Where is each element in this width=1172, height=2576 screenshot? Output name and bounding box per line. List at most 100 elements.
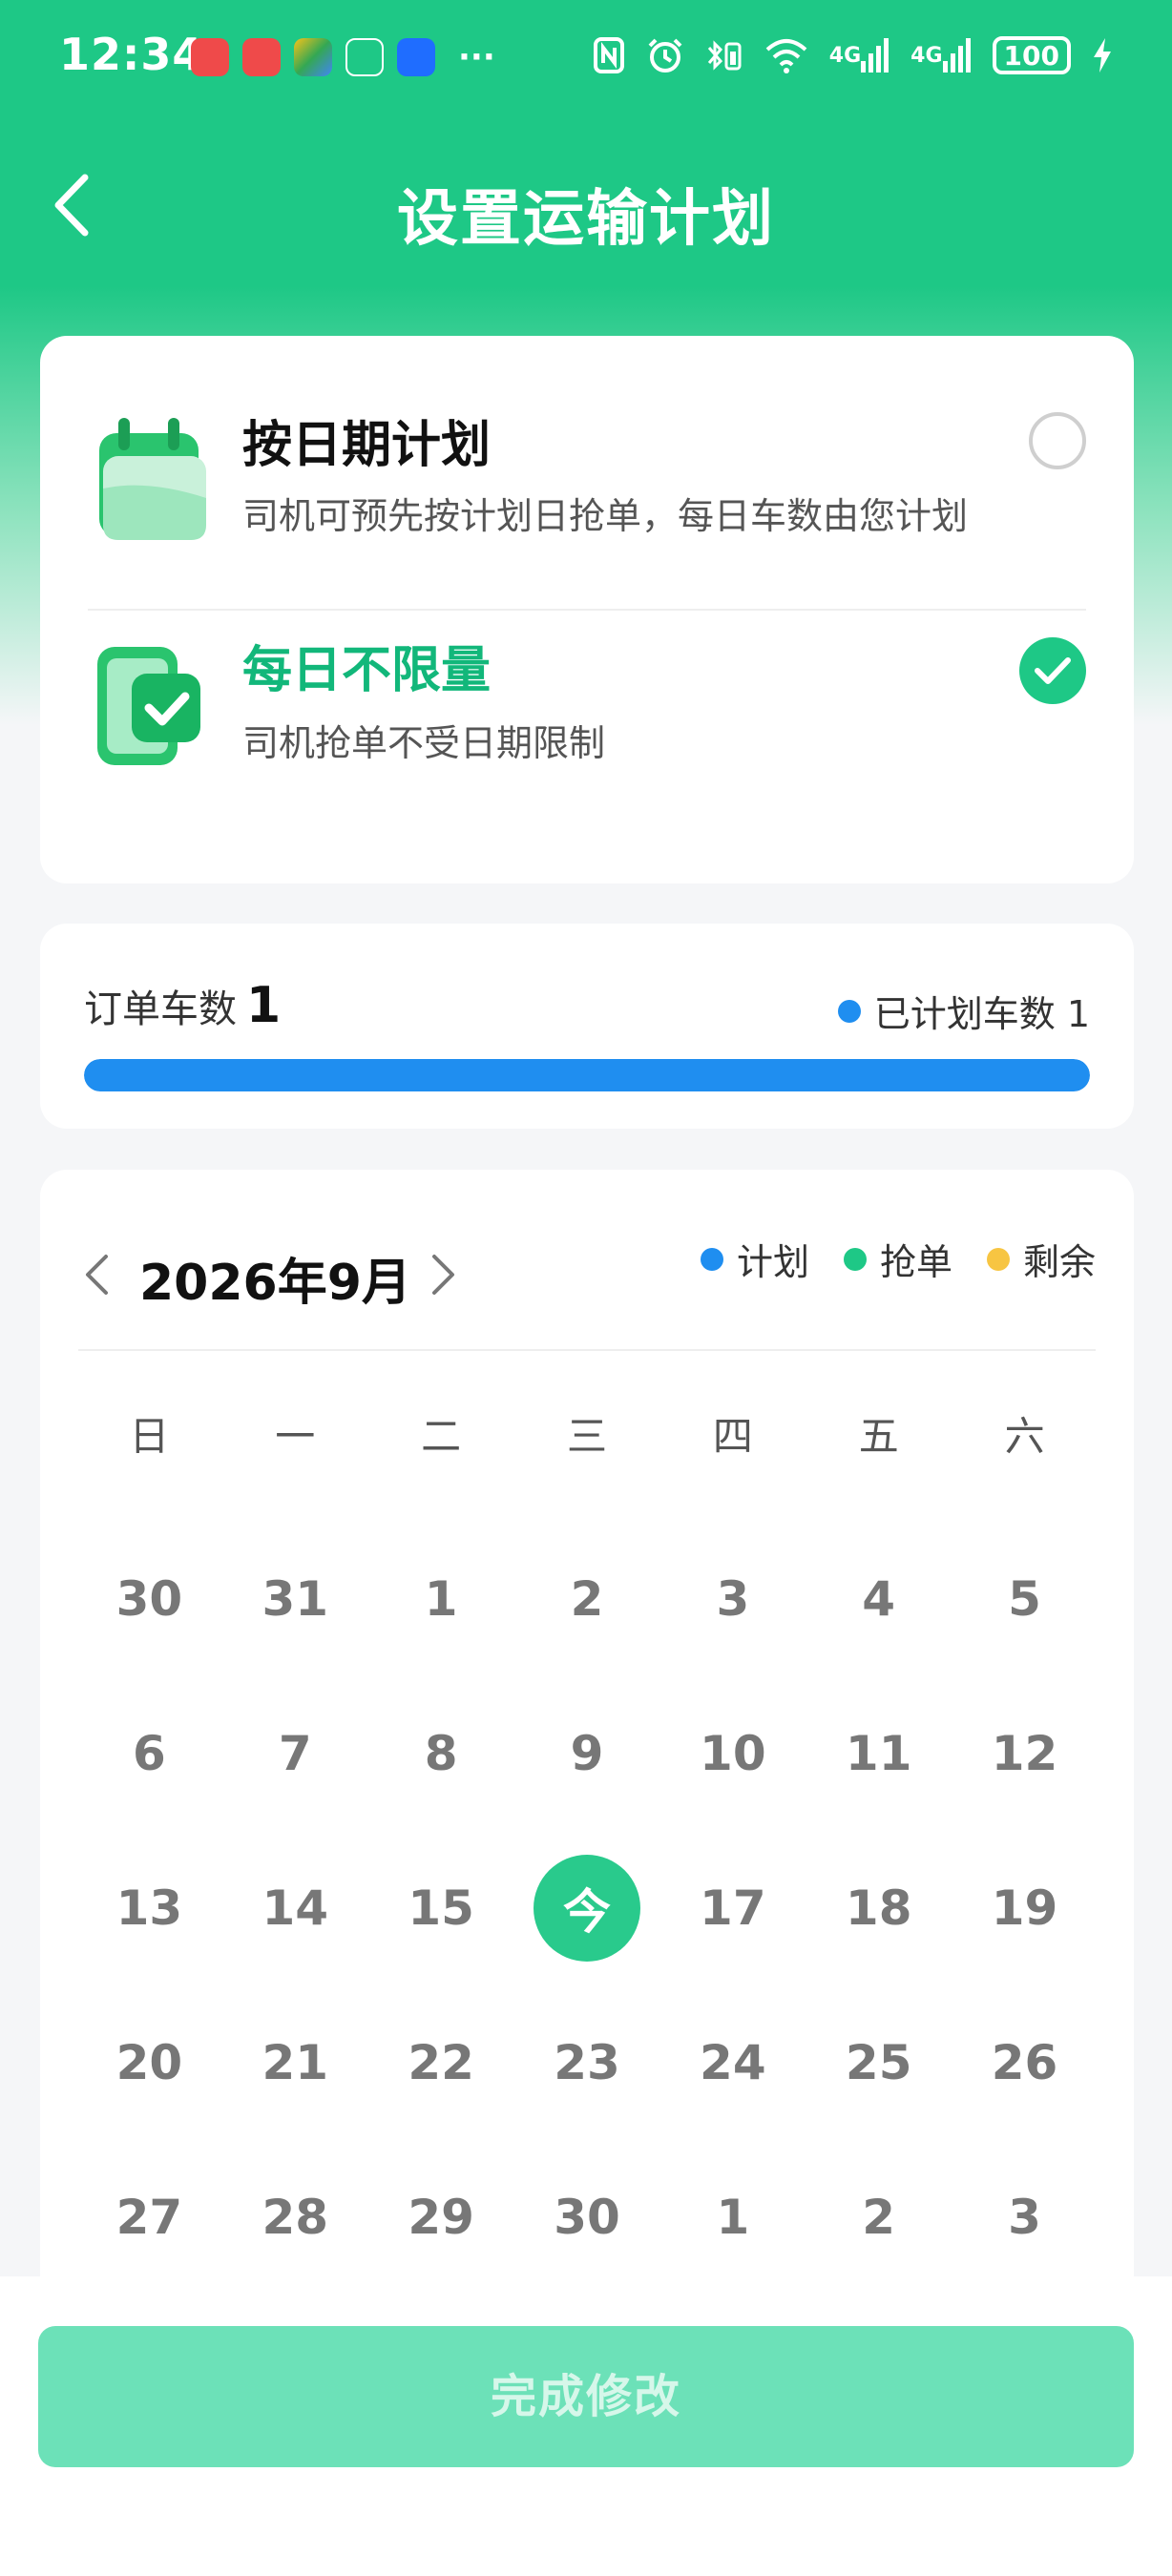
calendar-day[interactable]: 12 xyxy=(952,1700,1098,1855)
calendar-day[interactable]: 5 xyxy=(952,1546,1098,1700)
calendar-day[interactable]: 26 xyxy=(952,2009,1098,2164)
calendar-day[interactable]: 20 xyxy=(76,2009,222,2164)
calendar-day-label: 28 xyxy=(262,2190,329,2245)
order-count-value: 1 xyxy=(246,977,282,1034)
calendar-day-label: 12 xyxy=(991,1726,1058,1781)
calendar-day[interactable]: 22 xyxy=(368,2009,514,2164)
calendar-day[interactable]: 15 xyxy=(368,1855,514,2009)
check-icon xyxy=(1035,657,1071,684)
calendar-icon xyxy=(90,412,214,546)
option-description: 司机可预先按计划日抢单，每日车数由您计划 xyxy=(242,495,969,537)
calendar-day-label: 27 xyxy=(115,2190,183,2245)
calendar-day[interactable]: 18 xyxy=(806,1855,952,2009)
huawei-app-icon xyxy=(191,38,229,76)
calendar-day[interactable]: 24 xyxy=(659,2009,806,2164)
bluetooth-battery-icon xyxy=(705,34,743,76)
calendar-day-label: 4 xyxy=(862,1571,896,1627)
wifi-icon xyxy=(764,34,808,76)
plan-option-unlimited[interactable]: 每日不限量 司机抢单不受日期限制 xyxy=(40,611,1134,878)
page-title: 设置运输计划 xyxy=(397,184,775,255)
alarm-icon xyxy=(646,34,684,76)
calendar-day[interactable]: 9 xyxy=(514,1700,660,1855)
plan-progress-bar xyxy=(84,1059,1090,1091)
order-count-label: 订单车数 1 xyxy=(84,977,282,1034)
option-description: 司机抢单不受日期限制 xyxy=(242,722,606,764)
calendar-day[interactable]: 14 xyxy=(222,1855,368,2009)
calendar-day-label: 30 xyxy=(115,1571,183,1627)
legend-remaining: 剩余 xyxy=(986,1233,1096,1285)
calendar-day-label: 31 xyxy=(262,1571,329,1627)
calendar-legend: 计划 抢单 剩余 xyxy=(700,1233,1096,1285)
calendar-day-label: 2 xyxy=(862,2190,896,2245)
calendar-day-today[interactable]: 今 xyxy=(514,1855,660,2009)
charging-icon xyxy=(1092,34,1113,76)
calendar-day[interactable]: 8 xyxy=(368,1700,514,1855)
calendar-day-label: 10 xyxy=(700,1726,766,1781)
calendar-day-label: 30 xyxy=(554,2190,620,2245)
calendar-day[interactable]: 21 xyxy=(222,2009,368,2164)
legend-grab: 抢单 xyxy=(843,1233,952,1285)
calendar-day-label: 3 xyxy=(1008,2190,1041,2245)
battery-indicator: 100 xyxy=(992,36,1071,74)
radio-unchecked[interactable] xyxy=(1029,412,1086,469)
calendar-day[interactable]: 10 xyxy=(659,1700,806,1855)
plan-dot-icon xyxy=(700,1247,723,1271)
calendar-day[interactable]: 19 xyxy=(952,1855,1098,2009)
prev-month-button[interactable] xyxy=(73,1246,120,1303)
calendar-day-label: 5 xyxy=(1008,1571,1041,1627)
plan-option-by-date[interactable]: 按日期计划 司机可预先按计划日抢单，每日车数由您计划 xyxy=(40,336,1134,611)
calendar-day[interactable]: 3 xyxy=(659,1546,806,1700)
weekday-label: 日 xyxy=(129,1413,170,1460)
planned-count: 已计划车数 1 xyxy=(837,985,1090,1037)
signal-icon: 4G xyxy=(829,34,889,76)
calendar-day-label: 13 xyxy=(115,1880,183,1936)
plan-type-card: 按日期计划 司机可预先按计划日抢单，每日车数由您计划 每日不限量 司机抢单不受日… xyxy=(40,336,1134,883)
calendar-day-label: 19 xyxy=(991,1880,1058,1936)
calendar-day[interactable]: 31 xyxy=(222,1546,368,1700)
message-app-icon xyxy=(397,38,435,76)
calendar-day[interactable]: 23 xyxy=(514,2009,660,2164)
chevron-left-icon xyxy=(86,1255,108,1295)
radio-checked[interactable] xyxy=(1019,637,1086,704)
calendar-day[interactable]: 11 xyxy=(806,1700,952,1855)
calendar-day-label: 20 xyxy=(115,2035,183,2090)
calendar-day[interactable]: 2 xyxy=(514,1546,660,1700)
calendar-day-label: 25 xyxy=(845,2035,912,2090)
calendar-day-label: 21 xyxy=(262,2035,329,2090)
legend-plan: 计划 xyxy=(700,1233,809,1285)
calendar-day-label: 1 xyxy=(716,2190,750,2245)
calendar-day[interactable]: 25 xyxy=(806,2009,952,2164)
calendar-day[interactable]: 6 xyxy=(76,1700,222,1855)
calendar-day[interactable]: 4 xyxy=(806,1546,952,1700)
remaining-dot-icon xyxy=(986,1247,1010,1271)
weekday-row: 日一二三四五六 xyxy=(76,1399,1098,1475)
divider xyxy=(78,1349,1096,1351)
wechat-icon xyxy=(345,38,384,76)
calendar-day-label: 29 xyxy=(408,2190,474,2245)
option-title: 按日期计划 xyxy=(242,417,492,474)
calendar-day-label: 2 xyxy=(570,1571,604,1627)
calendar-day[interactable]: 1 xyxy=(368,1546,514,1700)
nfc-icon xyxy=(593,34,625,76)
calendar-day-label: 1 xyxy=(424,1571,458,1627)
calendar-day-label: 23 xyxy=(554,2035,620,2090)
calendar-day-label: 3 xyxy=(716,1571,750,1627)
complete-modification-button[interactable]: 完成修改 xyxy=(38,2326,1134,2467)
calendar-day-label: 26 xyxy=(991,2035,1058,2090)
next-month-button[interactable] xyxy=(420,1246,468,1303)
calendar-day[interactable]: 13 xyxy=(76,1855,222,2009)
weekday-label: 三 xyxy=(566,1413,607,1460)
calendar-day-label: 17 xyxy=(700,1880,766,1936)
calendar-day[interactable]: 17 xyxy=(659,1855,806,2009)
calendar-day[interactable]: 30 xyxy=(76,1546,222,1700)
calendar-day[interactable]: 7 xyxy=(222,1700,368,1855)
status-bar: 12:34 ··· 4G 4G 100 xyxy=(0,0,1172,114)
calendar-grid: 30 31 1 2 3 4 5 6 7 8 9 10 11 12 13 14 15 今 17 18 19 20 21 22 23… xyxy=(76,1546,1098,2318)
calendar-header: 2026年9月 计划 抢单 剩余 xyxy=(40,1170,1134,1351)
weekday-label: 二 xyxy=(421,1413,462,1460)
calendar-day-label: 22 xyxy=(408,2035,474,2090)
signal-icon: 4G xyxy=(910,34,971,76)
plan-dot-icon xyxy=(837,999,861,1023)
month-label: 2026年9月 xyxy=(139,1255,411,1312)
option-title: 每日不限量 xyxy=(242,642,492,699)
